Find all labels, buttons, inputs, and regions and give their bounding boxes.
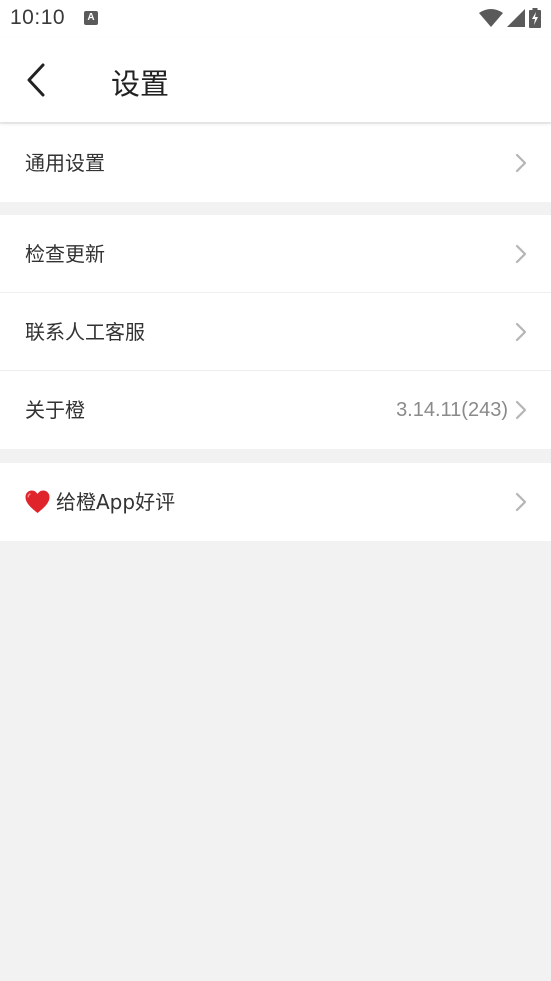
settings-section-general: 通用设置 [0, 124, 551, 202]
about-row[interactable]: 关于橙 3.14.11(243) [0, 371, 551, 449]
rate-app-row[interactable]: 给橙App好评 [0, 463, 551, 541]
navigation-bar: 设置 [0, 38, 551, 122]
rate-app-label: 给橙App好评 [56, 490, 176, 514]
general-settings-label: 通用设置 [25, 151, 105, 175]
contact-support-label: 联系人工客服 [25, 320, 145, 344]
settings-section-about: 检查更新 联系人工客服 关于橙 3.14.11(243) [0, 215, 551, 449]
chevron-right-icon [515, 244, 527, 264]
general-settings-row[interactable]: 通用设置 [0, 124, 551, 202]
chevron-left-icon [27, 63, 45, 97]
signal-icon [507, 9, 525, 27]
chevron-right-icon [515, 400, 527, 420]
version-value: 3.14.11(243) [396, 399, 508, 421]
wifi-icon [479, 9, 503, 27]
contact-support-row[interactable]: 联系人工客服 [0, 293, 551, 371]
chevron-right-icon [515, 153, 527, 173]
check-update-label: 检查更新 [25, 242, 105, 266]
status-icons [475, 8, 541, 28]
status-time: 10:10 [10, 6, 66, 29]
heart-icon [25, 490, 50, 513]
chevron-right-icon [515, 322, 527, 342]
page-title: 设置 [111, 67, 170, 101]
notification-icon: A [84, 11, 98, 25]
battery-charging-icon [529, 8, 541, 28]
status-bar: 10:10 A [0, 0, 551, 38]
chevron-right-icon [515, 492, 527, 512]
back-button[interactable] [16, 58, 56, 102]
check-update-row[interactable]: 检查更新 [0, 215, 551, 293]
about-label: 关于橙 [25, 398, 85, 422]
settings-section-rate: 给橙App好评 [0, 463, 551, 541]
